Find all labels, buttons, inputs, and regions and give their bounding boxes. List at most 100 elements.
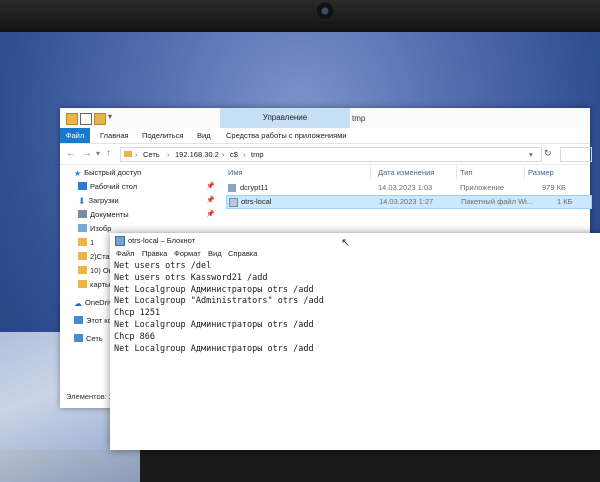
file-size: 979 КБ [542, 183, 566, 192]
notepad-window: otrs-local – Блокнот Файл Правка Формат … [110, 233, 600, 450]
pictures-icon [78, 224, 87, 232]
tab-view[interactable]: Вид [197, 128, 211, 143]
documents-icon [78, 210, 87, 218]
new-folder-icon[interactable] [94, 113, 106, 125]
column-header-size[interactable]: Размер [528, 168, 554, 177]
mouse-cursor-icon: ↖ [341, 237, 351, 249]
sidebar-item-quick-access[interactable]: ★ Быстрый доступ [74, 168, 141, 180]
onedrive-icon: ☁ [74, 299, 82, 308]
menu-format[interactable]: Формат [174, 249, 201, 258]
column-divider[interactable] [370, 166, 371, 180]
menu-file[interactable]: Файл [116, 249, 134, 258]
text-line: Net users otrs /del [114, 261, 212, 271]
tab-file[interactable]: Файл [60, 128, 90, 143]
explorer-titlebar: ▾ Управление tmp [60, 108, 590, 128]
batch-file-icon [229, 198, 238, 207]
menu-help[interactable]: Справка [228, 249, 257, 258]
sidebar-item-folder-2[interactable]: 2)Стат [78, 252, 113, 264]
file-size: 1 КБ [557, 197, 573, 206]
up-icon[interactable]: ↑ [106, 148, 111, 159]
sidebar-item-documents[interactable]: Документы [78, 210, 129, 222]
file-name: dcrypt11 [240, 183, 269, 192]
text-line: Chcp 866 [114, 331, 155, 342]
text-line: Net Localgroup "Administrators" otrs /ad… [114, 296, 324, 307]
text-line: Chcp 1251 [114, 308, 161, 319]
search-input[interactable] [560, 147, 592, 162]
recent-dropdown-icon[interactable]: ▾ [96, 149, 100, 158]
sidebar-item-this-pc[interactable]: Этот ко [74, 316, 112, 328]
tab-home[interactable]: Главная [100, 128, 129, 143]
tab-share[interactable]: Поделиться [142, 128, 183, 143]
folder-icon [78, 238, 87, 246]
sidebar-item-onedrive[interactable]: ☁ OneDriv [74, 298, 113, 310]
notepad-icon [115, 236, 125, 246]
file-type: Пакетный файл Wi... [461, 197, 534, 206]
forward-icon[interactable]: → [82, 148, 92, 159]
sidebar-item-folder-1[interactable]: 1 [78, 238, 94, 250]
chevron-right-icon: › [222, 150, 225, 159]
folder-icon [78, 266, 87, 274]
application-icon [228, 184, 236, 192]
address-bar[interactable]: › Сеть › 192.168.30.2 › c$ › tmp ▾ [120, 147, 542, 162]
text-line: Net Localgroup Администраторы otrs /add [114, 284, 314, 295]
file-date: 14.03.2023 1:27 [379, 197, 434, 206]
back-icon[interactable]: ← [66, 148, 76, 159]
column-header-name[interactable]: Имя [228, 168, 243, 177]
file-name: otrs-local [241, 197, 272, 206]
properties-icon[interactable] [80, 113, 92, 125]
pin-icon[interactable]: 📌 [206, 210, 215, 218]
sidebar-item-maps[interactable]: карты [78, 280, 110, 292]
address-dropdown-icon[interactable]: ▾ [529, 150, 533, 159]
folder-icon [78, 252, 87, 260]
webcam [316, 2, 334, 20]
desktop-icon [78, 182, 87, 190]
column-divider[interactable] [456, 166, 457, 180]
notepad-titlebar: otrs-local – Блокнот [110, 233, 600, 247]
column-divider[interactable] [524, 166, 525, 180]
breadcrumb-host[interactable]: 192.168.30.2 [175, 150, 219, 159]
menu-view[interactable]: Вид [208, 249, 222, 258]
file-type: Приложение [460, 183, 504, 192]
address-row: ← → ▾ ↑ › Сеть › 192.168.30.2 › c$ › tmp… [60, 144, 592, 165]
status-bar-count: Элементов: 2 [66, 392, 114, 401]
text-line: Net Localgroup Администраторы otrs /add [114, 319, 314, 330]
sidebar-item-folder-10[interactable]: 10) Ок [78, 266, 112, 278]
chevron-right-icon: › [167, 150, 170, 159]
quick-access-dropdown-icon[interactable]: ▾ [108, 112, 118, 122]
ribbon-context-tab[interactable]: Управление [220, 108, 350, 128]
column-header-date[interactable]: Дата изменения [378, 168, 434, 177]
sidebar-item-pictures[interactable]: Изобр [78, 224, 111, 236]
breadcrumb-network[interactable]: Сеть [143, 150, 160, 159]
folder-icon [78, 280, 87, 288]
download-icon: ⬇ [78, 196, 86, 206]
text-line: Net Localgroup Администраторы otrs /add [114, 343, 314, 354]
folder-icon [124, 150, 132, 159]
window-title: tmp [352, 114, 366, 123]
menu-edit[interactable]: Правка [142, 249, 167, 258]
file-date: 14.03.2023 1:03 [378, 183, 433, 192]
chevron-right-icon: › [135, 150, 138, 159]
notepad-title: otrs-local – Блокнот [128, 236, 196, 245]
table-row[interactable]: dcrypt11 14.03.2023 1:03 Приложение 979 … [226, 182, 590, 194]
sidebar-item-network[interactable]: Сеть [74, 334, 103, 346]
folder-icon [66, 113, 78, 125]
star-icon: ★ [74, 169, 82, 178]
laptop-bezel [0, 0, 600, 32]
notepad-text-area[interactable]: Net users otrs /del Net users otrs Kasswo… [114, 261, 594, 446]
ribbon-context-label: Управление [262, 113, 308, 122]
ribbon-tabs: Файл Главная Поделиться Вид Средства раб… [60, 128, 590, 144]
text-line: Net users otrs Kassword21 /add [114, 272, 268, 283]
breadcrumb-folder[interactable]: tmp [251, 150, 264, 159]
sidebar-item-desktop[interactable]: Рабочий стол [78, 182, 137, 194]
column-header-type[interactable]: Тип [460, 168, 473, 177]
tab-app-tools[interactable]: Средства работы с приложениями [226, 128, 347, 143]
computer-icon [74, 316, 83, 324]
refresh-icon[interactable]: ↻ [544, 148, 552, 159]
notepad-menubar: Файл Правка Формат Вид Справка [110, 248, 600, 259]
table-row[interactable]: otrs-local 14.03.2023 1:27 Пакетный файл… [226, 195, 592, 209]
breadcrumb-share[interactable]: c$ [230, 150, 238, 159]
chevron-right-icon: › [243, 150, 246, 159]
sidebar-item-downloads[interactable]: ⬇ Загрузки [78, 196, 119, 208]
pin-icon[interactable]: 📌 [206, 182, 215, 190]
pin-icon[interactable]: 📌 [206, 196, 215, 204]
